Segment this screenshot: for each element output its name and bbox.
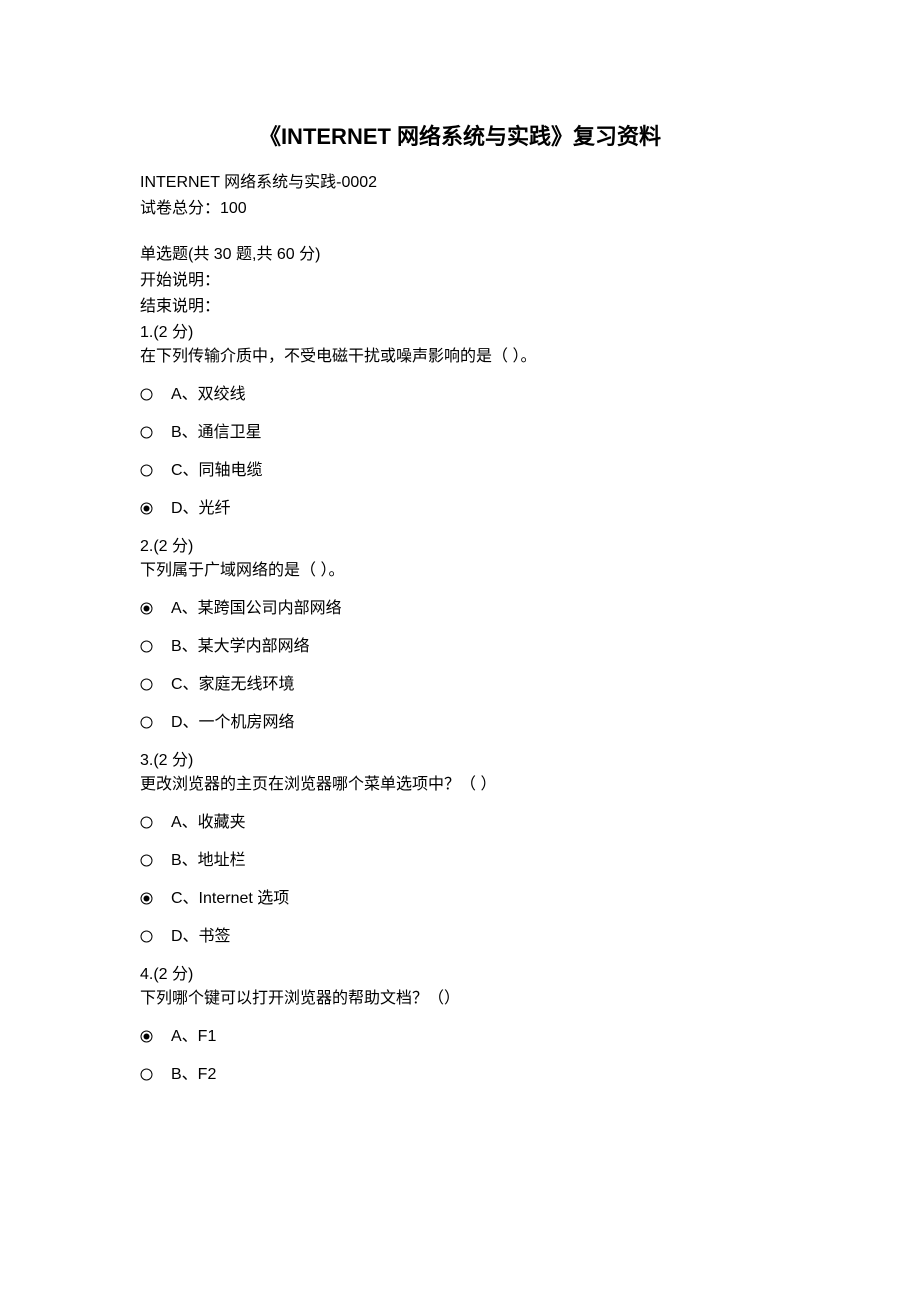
option-label: A、双绞线 [171, 383, 246, 407]
option-row[interactable]: B、地址栏 [140, 849, 780, 873]
radio-selected-icon[interactable] [140, 602, 153, 615]
option-row[interactable]: B、F2 [140, 1063, 780, 1087]
option-label: A、收藏夹 [171, 811, 246, 835]
radio-unselected-icon[interactable] [140, 388, 153, 401]
option-label: D、光纤 [171, 497, 231, 521]
radio-selected-icon[interactable] [140, 1030, 153, 1043]
radio-unselected-icon[interactable] [140, 816, 153, 829]
option-row[interactable]: D、一个机房网络 [140, 711, 780, 735]
radio-unselected-icon[interactable] [140, 426, 153, 439]
option-label: B、通信卫星 [171, 421, 262, 445]
page-title: 《INTERNET 网络系统与实践》复习资料 [140, 120, 780, 153]
question-block: 2.(2 分)下列属于广域网络的是（ ）。 A、某跨国公司内部网络 B、某大学内部网… [140, 535, 780, 735]
option-label: D、书签 [171, 925, 231, 949]
radio-unselected-icon[interactable] [140, 1068, 153, 1081]
option-label: B、地址栏 [171, 849, 246, 873]
option-row[interactable]: D、书签 [140, 925, 780, 949]
option-row[interactable]: A、双绞线 [140, 383, 780, 407]
option-row[interactable]: A、收藏夹 [140, 811, 780, 835]
option-label: B、F2 [171, 1063, 216, 1087]
question-block: 1.(2 分)在下列传输介质中，不受电磁干扰或噪声影响的是（ ）。 A、双绞线 B、… [140, 321, 780, 521]
radio-unselected-icon[interactable] [140, 640, 153, 653]
question-number: 3.(2 分) [140, 749, 780, 773]
option-label: D、一个机房网络 [171, 711, 295, 735]
option-label: C、家庭无线环境 [171, 673, 295, 697]
question-text: 下列属于广域网络的是（ ）。 [140, 559, 780, 583]
option-row[interactable]: A、F1 [140, 1025, 780, 1049]
option-row[interactable]: D、光纤 [140, 497, 780, 521]
radio-unselected-icon[interactable] [140, 716, 153, 729]
radio-unselected-icon[interactable] [140, 464, 153, 477]
question-block: 4.(2 分)下列哪个键可以打开浏览器的帮助文档？（） A、F1 B、F2 [140, 963, 780, 1087]
section-header: 单选题(共 30 题,共 60 分) [140, 243, 780, 267]
question-number: 4.(2 分) [140, 963, 780, 987]
option-label: C、同轴电缆 [171, 459, 263, 483]
option-label: A、F1 [171, 1025, 216, 1049]
option-row[interactable]: B、通信卫星 [140, 421, 780, 445]
radio-selected-icon[interactable] [140, 502, 153, 515]
option-label: B、某大学内部网络 [171, 635, 310, 659]
question-block: 3.(2 分)更改浏览器的主页在浏览器哪个菜单选项中？（ ） A、收藏夹 B、地址栏… [140, 749, 780, 949]
question-text: 在下列传输介质中，不受电磁干扰或噪声影响的是（ ）。 [140, 345, 780, 369]
option-row[interactable]: C、家庭无线环境 [140, 673, 780, 697]
question-number: 2.(2 分) [140, 535, 780, 559]
question-number: 1.(2 分) [140, 321, 780, 345]
question-text: 更改浏览器的主页在浏览器哪个菜单选项中？（ ） [140, 773, 780, 797]
option-row[interactable]: C、同轴电缆 [140, 459, 780, 483]
total-score: 试卷总分：100 [140, 197, 780, 221]
option-row[interactable]: A、某跨国公司内部网络 [140, 597, 780, 621]
start-note: 开始说明： [140, 269, 780, 293]
option-label: A、某跨国公司内部网络 [171, 597, 342, 621]
option-row[interactable]: B、某大学内部网络 [140, 635, 780, 659]
radio-unselected-icon[interactable] [140, 854, 153, 867]
radio-selected-icon[interactable] [140, 892, 153, 905]
radio-unselected-icon[interactable] [140, 678, 153, 691]
subtitle: INTERNET 网络系统与实践-0002 [140, 171, 780, 195]
end-note: 结束说明： [140, 295, 780, 319]
question-text: 下列哪个键可以打开浏览器的帮助文档？（） [140, 987, 780, 1011]
option-label: C、Internet 选项 [171, 887, 289, 911]
radio-unselected-icon[interactable] [140, 930, 153, 943]
option-row[interactable]: C、Internet 选项 [140, 887, 780, 911]
